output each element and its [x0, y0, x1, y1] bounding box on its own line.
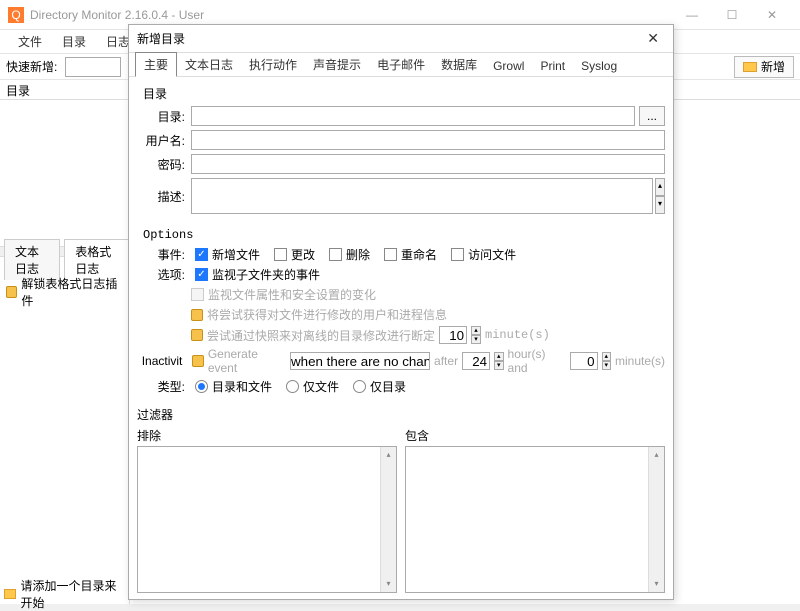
label-description: 描述:	[137, 188, 185, 205]
inactivity-after-label: after	[434, 354, 458, 368]
radio-dirs-label: 仅目录	[370, 378, 406, 395]
option-snapshot-label: 尝试通过快照来对离线的目录修改进行断定	[207, 327, 435, 344]
menu-directory[interactable]: 目录	[52, 31, 96, 52]
snapshot-minutes-input[interactable]	[439, 326, 467, 344]
dialog-tabs: 主要 文本日志 执行动作 声音提示 电子邮件 数据库 Growl Print S…	[129, 53, 673, 77]
checkbox-access[interactable]	[451, 248, 464, 261]
quick-add-input[interactable]	[65, 57, 121, 77]
minimize-button[interactable]: —	[672, 0, 712, 30]
checkbox-modify[interactable]	[274, 248, 287, 261]
folder-icon	[743, 62, 757, 72]
tab-email[interactable]: 电子邮件	[369, 53, 433, 76]
checkbox-rename[interactable]	[384, 248, 397, 261]
spin-up[interactable]: ▴	[471, 326, 481, 335]
folder-icon	[4, 589, 16, 599]
spin-down[interactable]: ▾	[494, 361, 503, 370]
label-events: 事件:	[137, 246, 185, 263]
add-directory-dialog: 新增目录 ✕ 主要 文本日志 执行动作 声音提示 电子邮件 数据库 Growl …	[128, 24, 674, 600]
dialog-title: 新增目录	[137, 30, 185, 47]
filter-include-label: 包含	[405, 427, 665, 444]
tab-main[interactable]: 主要	[135, 52, 177, 77]
directory-list-pane: 目录 文本日志 表格式日志 解锁表格式日志插件 请添加一个目录来开始	[0, 80, 130, 604]
radio-files-only[interactable]	[286, 380, 299, 393]
section-filter: 过滤器	[137, 406, 665, 423]
section-directory: 目录	[137, 85, 665, 102]
checkbox-delete[interactable]	[329, 248, 342, 261]
checkbox-new-file-label: 新增文件	[212, 246, 260, 263]
radio-dirs-and-files[interactable]	[195, 380, 208, 393]
tab-growl[interactable]: Growl	[485, 56, 532, 76]
browse-button[interactable]: ...	[639, 106, 665, 126]
checkbox-subfolder[interactable]: ✓	[195, 268, 208, 281]
toolbar-add-label: 新增	[761, 58, 785, 75]
lock-icon	[192, 355, 203, 367]
checkbox-modify-label: 更改	[291, 246, 315, 263]
column-header-directory[interactable]: 目录	[0, 80, 129, 100]
filter-exclude-list[interactable]: ▴▾	[137, 446, 397, 593]
dialog-close-button[interactable]: ✕	[641, 28, 665, 49]
scroll-up[interactable]: ▴	[381, 447, 396, 463]
tab-syslog[interactable]: Syslog	[573, 56, 625, 76]
tab-text-log[interactable]: 文本日志	[4, 239, 60, 280]
radio-both-label: 目录和文件	[212, 378, 272, 395]
checkbox-delete-label: 删除	[346, 246, 370, 263]
inactivity-event-input[interactable]	[290, 352, 430, 370]
menu-file[interactable]: 文件	[8, 31, 52, 52]
lock-icon	[191, 309, 203, 321]
username-input[interactable]	[191, 130, 665, 150]
scroll-down[interactable]: ▾	[381, 576, 396, 592]
maximize-button[interactable]: ☐	[712, 0, 752, 30]
tab-text-log[interactable]: 文本日志	[177, 53, 241, 76]
label-directory: 目录:	[137, 108, 185, 125]
lock-icon	[191, 329, 203, 341]
spin-down[interactable]: ▾	[602, 361, 611, 370]
checkbox-new-file[interactable]: ✓	[195, 248, 208, 261]
label-type: 类型:	[137, 378, 185, 395]
inactivity-text1: Generate event	[208, 347, 286, 375]
snapshot-unit-label: minute(s)	[485, 328, 550, 342]
scroll-down[interactable]: ▾	[649, 576, 664, 592]
radio-files-label: 仅文件	[303, 378, 339, 395]
desc-spin-up[interactable]: ▴	[655, 178, 665, 196]
mins-unit-label: minute(s)	[615, 354, 665, 368]
directory-input[interactable]	[191, 106, 635, 126]
spin-down[interactable]: ▾	[471, 335, 481, 344]
inactivity-hours-input[interactable]	[462, 352, 490, 370]
quick-add-label: 快速新增:	[6, 58, 57, 75]
close-button[interactable]: ✕	[752, 0, 792, 30]
app-logo-icon: Q	[8, 7, 24, 23]
tab-table-log[interactable]: 表格式日志	[64, 239, 129, 280]
toolbar-add-button[interactable]: 新增	[734, 56, 794, 78]
inactivity-mins-input[interactable]	[570, 352, 598, 370]
label-inactivity: Inactivit	[137, 354, 182, 368]
tab-print[interactable]: Print	[532, 56, 573, 76]
unlock-plugin-label[interactable]: 解锁表格式日志插件	[21, 275, 123, 309]
radio-dirs-only[interactable]	[353, 380, 366, 393]
lock-icon	[6, 286, 17, 298]
spin-up[interactable]: ▴	[494, 352, 503, 361]
filter-include-list[interactable]: ▴▾	[405, 446, 665, 593]
filter-exclude-label: 排除	[137, 427, 397, 444]
spin-up[interactable]: ▴	[602, 352, 611, 361]
label-options: 选项:	[137, 266, 185, 283]
status-text: 请添加一个目录来开始	[20, 577, 125, 611]
tab-actions[interactable]: 执行动作	[241, 53, 305, 76]
tab-database[interactable]: 数据库	[433, 53, 485, 76]
tab-sound[interactable]: 声音提示	[305, 53, 369, 76]
password-input[interactable]	[191, 154, 665, 174]
checkbox-rename-label: 重命名	[401, 246, 437, 263]
desc-spin-down[interactable]: ▾	[655, 196, 665, 214]
label-password: 密码:	[137, 156, 185, 173]
section-options: Options	[137, 228, 665, 242]
checkbox-access-label: 访问文件	[468, 246, 516, 263]
checkbox-attributes	[191, 288, 204, 301]
hours-unit-label: hour(s) and	[508, 347, 566, 375]
description-input[interactable]	[191, 178, 653, 214]
option-user-process-label: 将尝试获得对文件进行修改的用户和进程信息	[207, 306, 447, 323]
checkbox-subfolder-label: 监视子文件夹的事件	[212, 266, 320, 283]
label-username: 用户名:	[137, 132, 185, 149]
scroll-up[interactable]: ▴	[649, 447, 664, 463]
window-title: Directory Monitor 2.16.0.4 - User	[30, 8, 204, 22]
checkbox-attributes-label: 监视文件属性和安全设置的变化	[208, 286, 376, 303]
